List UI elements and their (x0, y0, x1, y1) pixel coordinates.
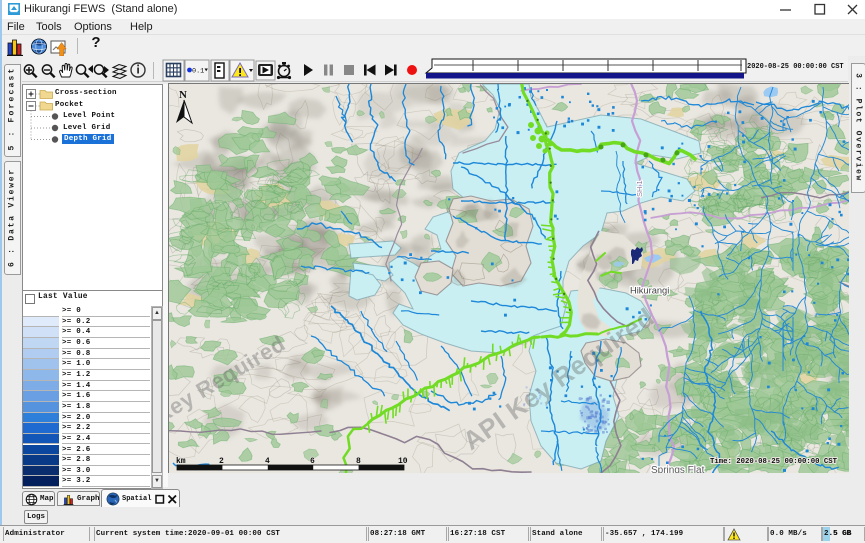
svg-text:2: 2 (219, 457, 224, 466)
svg-text:km: km (176, 457, 186, 466)
svg-text:Time: 2020-08-25 00:00:00 CST: Time: 2020-08-25 00:00:00 CST (710, 458, 838, 466)
svg-text:SH 1: SH 1 (635, 180, 644, 197)
svg-text:6: 6 (310, 457, 315, 466)
svg-text:Springs Flat: Springs Flat (651, 465, 705, 473)
svg-text:N: N (179, 89, 187, 101)
svg-text:8: 8 (356, 457, 361, 466)
svg-text:Hikurangi: Hikurangi (630, 286, 669, 296)
svg-text:0.1: 0.1 (192, 68, 204, 76)
svg-text:10: 10 (398, 457, 408, 466)
svg-text:4: 4 (265, 457, 270, 466)
